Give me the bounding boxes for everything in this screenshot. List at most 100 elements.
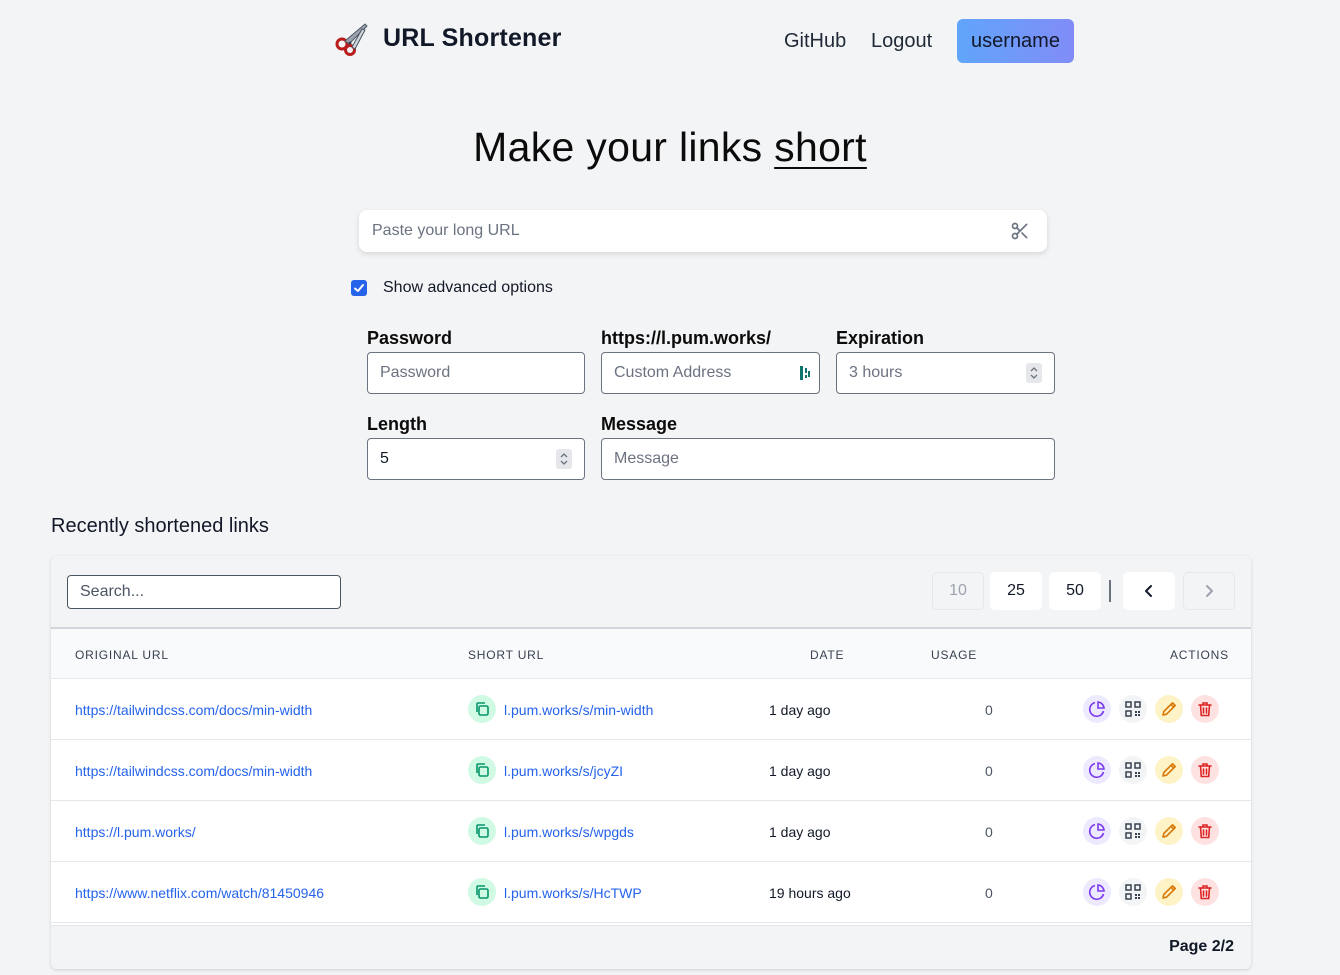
length-field[interactable]: 5 (367, 438, 585, 480)
header: URL Shortener GitHub Logout username (0, 0, 1340, 84)
column-date[interactable]: DATE (810, 648, 844, 662)
stats-button[interactable] (1083, 878, 1111, 906)
copy-button[interactable] (468, 695, 496, 723)
delete-button[interactable] (1191, 817, 1219, 845)
chevron-left-icon (1145, 585, 1152, 597)
user-button[interactable]: username (957, 19, 1074, 63)
delete-button[interactable] (1191, 756, 1219, 784)
qr-code-icon (1125, 762, 1141, 778)
edit-button[interactable] (1155, 695, 1183, 723)
original-url-link[interactable]: https://www.netflix.com/watch/81450946 (75, 885, 324, 901)
message-label: Message (601, 414, 678, 434)
brand[interactable]: URL Shortener (334, 20, 562, 56)
copy-button[interactable] (468, 878, 496, 906)
qr-code-icon (1125, 823, 1141, 839)
table-footer: Page 2/2 (51, 925, 1251, 969)
delete-button[interactable] (1191, 878, 1219, 906)
app-title: URL Shortener (383, 23, 562, 52)
stats-button[interactable] (1083, 817, 1111, 845)
copy-button[interactable] (468, 756, 496, 784)
hero-heading: Make your links short (0, 124, 1340, 171)
scissors-icon (335, 23, 368, 56)
trash-icon (1198, 763, 1212, 778)
length-label: Length (367, 414, 427, 434)
copy-icon (476, 763, 489, 777)
expiration-label: Expiration (836, 328, 925, 348)
expiration-field[interactable]: 3 hours (836, 352, 1055, 394)
short-url-link[interactable]: l.pum.works/s/jcyZI (504, 763, 623, 779)
search-input[interactable] (80, 583, 340, 601)
page-size-25-button[interactable]: 25 (990, 572, 1042, 610)
short-url-link[interactable]: l.pum.works/s/min-width (504, 702, 653, 718)
check-icon (354, 284, 364, 292)
hero-emphasis: short (774, 124, 867, 170)
edit-button[interactable] (1155, 878, 1183, 906)
expiration-value: 3 hours (849, 364, 903, 381)
column-actions: ACTIONS (1170, 648, 1229, 662)
advanced-checkbox[interactable] (351, 280, 367, 296)
pencil-icon (1162, 885, 1176, 899)
table-row: https://tailwindcss.com/docs/min-width l… (51, 740, 1251, 801)
github-link[interactable]: GitHub (784, 30, 846, 53)
search-box (67, 575, 341, 609)
original-url-link[interactable]: https://l.pum.works/ (75, 824, 196, 840)
custom-address-box (601, 352, 820, 394)
recent-links-title: Recently shortened links (51, 515, 269, 537)
length-spinner[interactable] (556, 449, 572, 469)
qr-button[interactable] (1119, 756, 1147, 784)
stats-button[interactable] (1083, 756, 1111, 784)
spinner-arrows-icon (1030, 367, 1038, 379)
pencil-icon (1162, 763, 1176, 777)
delete-button[interactable] (1191, 695, 1219, 723)
edit-button[interactable] (1155, 756, 1183, 784)
trash-icon (1198, 824, 1212, 839)
original-url-link[interactable]: https://tailwindcss.com/docs/min-width (75, 763, 312, 779)
column-short-url[interactable]: SHORT URL (468, 648, 544, 662)
advanced-options-toggle[interactable]: Show advanced options (351, 279, 553, 297)
hero-prefix: Make your links (473, 124, 775, 170)
column-usage[interactable]: USAGE (931, 648, 977, 662)
page-indicator: Page 2/2 (1169, 938, 1234, 955)
original-url-link[interactable]: https://tailwindcss.com/docs/min-width (75, 702, 312, 718)
links-table-card: 10 25 50 ORIGINAL URL SHORT URL DATE USA… (51, 556, 1251, 969)
date-cell: 1 day ago (769, 824, 831, 840)
pie-chart-icon (1088, 701, 1105, 718)
stats-button[interactable] (1083, 695, 1111, 723)
page-size-50-button[interactable]: 50 (1049, 572, 1101, 610)
short-url-link[interactable]: l.pum.works/s/HcTWP (504, 885, 642, 901)
message-field[interactable] (614, 450, 1042, 468)
qr-code-icon (1125, 701, 1141, 717)
custom-address-field[interactable] (614, 364, 799, 382)
next-page-button[interactable] (1183, 572, 1235, 610)
password-field-box (367, 352, 585, 394)
edit-button[interactable] (1155, 817, 1183, 845)
scissors-icon[interactable] (1010, 221, 1030, 241)
short-url-link[interactable]: l.pum.works/s/wpgds (504, 824, 634, 840)
expiration-spinner[interactable] (1026, 363, 1042, 383)
extension-icon (800, 366, 810, 380)
chevron-right-icon (1206, 585, 1213, 597)
date-cell: 19 hours ago (769, 885, 851, 901)
copy-icon (476, 824, 489, 838)
qr-button[interactable] (1119, 878, 1147, 906)
pagination-divider (1109, 580, 1111, 602)
prev-page-button[interactable] (1123, 572, 1175, 610)
long-url-box (359, 210, 1047, 252)
qr-button[interactable] (1119, 695, 1147, 723)
copy-button[interactable] (468, 817, 496, 845)
column-original-url[interactable]: ORIGINAL URL (75, 648, 169, 662)
long-url-input[interactable] (359, 222, 1010, 240)
pencil-icon (1162, 702, 1176, 716)
page-size-10-button[interactable]: 10 (932, 572, 984, 610)
qr-button[interactable] (1119, 817, 1147, 845)
date-cell: 1 day ago (769, 763, 831, 779)
message-field-box (601, 438, 1055, 480)
pencil-icon (1162, 824, 1176, 838)
password-field[interactable] (380, 364, 572, 382)
table-row: https://www.netflix.com/watch/81450946 l… (51, 862, 1251, 923)
logout-link[interactable]: Logout (871, 30, 932, 53)
pie-chart-icon (1088, 823, 1105, 840)
usage-cell: 0 (985, 885, 993, 901)
pie-chart-icon (1088, 884, 1105, 901)
table-header: ORIGINAL URL SHORT URL DATE USAGE ACTION… (51, 629, 1251, 679)
